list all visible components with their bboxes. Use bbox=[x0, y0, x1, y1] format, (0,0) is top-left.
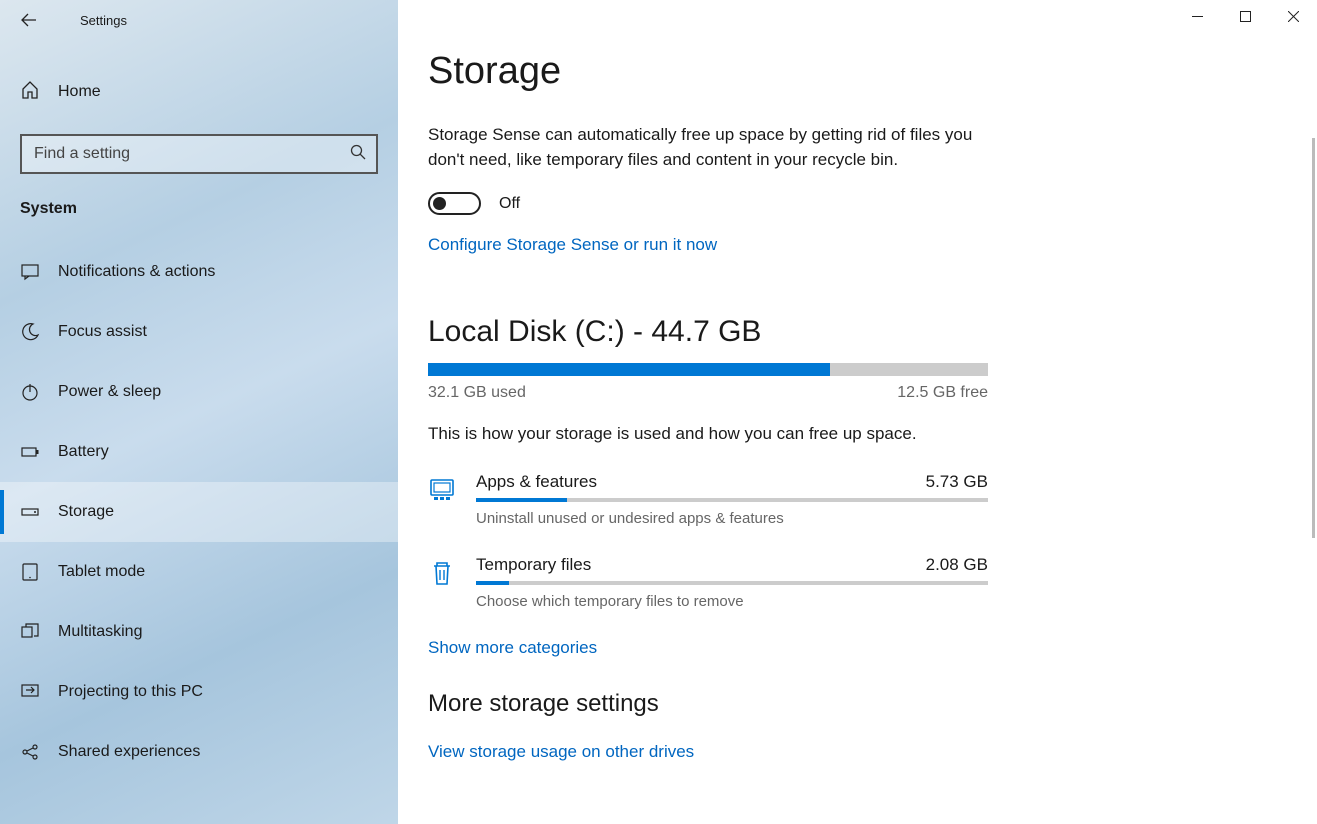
category-size: 5.73 GB bbox=[926, 472, 988, 492]
sidebar-item-projecting[interactable]: Projecting to this PC bbox=[0, 662, 398, 722]
configure-storage-sense-link[interactable]: Configure Storage Sense or run it now bbox=[428, 235, 717, 255]
storage-category-temp[interactable]: Temporary files 2.08 GB Choose which tem… bbox=[428, 555, 988, 610]
category-size: 2.08 GB bbox=[926, 555, 988, 575]
category-title: Temporary files bbox=[476, 555, 591, 575]
nav-label: Projecting to this PC bbox=[58, 683, 203, 701]
sidebar-home[interactable]: Home bbox=[0, 66, 398, 118]
disk-used-label: 32.1 GB used bbox=[428, 384, 526, 402]
toggle-knob bbox=[433, 197, 446, 210]
sidebar-item-tablet[interactable]: Tablet mode bbox=[0, 542, 398, 602]
apps-icon bbox=[428, 472, 476, 527]
sidebar-item-notifications[interactable]: Notifications & actions bbox=[0, 242, 398, 302]
view-other-drives-link[interactable]: View storage usage on other drives bbox=[428, 742, 694, 762]
page-title: Storage bbox=[428, 50, 1287, 93]
disk-usage-bar-fill bbox=[428, 363, 830, 376]
category-bar bbox=[476, 498, 988, 502]
message-icon bbox=[20, 262, 40, 282]
storage-sense-toggle-row: Off bbox=[428, 192, 1287, 215]
storage-sense-description: Storage Sense can automatically free up … bbox=[428, 123, 988, 172]
sidebar-item-multitasking[interactable]: Multitasking bbox=[0, 602, 398, 662]
drive-icon bbox=[20, 502, 40, 522]
maximize-icon bbox=[1240, 11, 1251, 22]
moon-icon bbox=[20, 322, 40, 342]
trash-icon bbox=[428, 555, 476, 610]
sidebar-item-storage[interactable]: Storage bbox=[0, 482, 398, 542]
nav-label: Notifications & actions bbox=[58, 263, 215, 281]
power-icon bbox=[20, 382, 40, 402]
disk-free-label: 12.5 GB free bbox=[897, 384, 988, 402]
close-icon bbox=[1288, 11, 1299, 22]
nav-label: Shared experiences bbox=[58, 743, 200, 761]
nav-label: Storage bbox=[58, 503, 114, 521]
category-bar bbox=[476, 581, 988, 585]
sidebar-item-shared[interactable]: Shared experiences bbox=[0, 722, 398, 782]
sidebar: Settings Home System Notifications & act… bbox=[0, 0, 398, 824]
category-hint: Choose which temporary files to remove bbox=[476, 593, 988, 610]
minimize-icon bbox=[1192, 11, 1203, 22]
project-icon bbox=[20, 682, 40, 702]
search-wrap bbox=[20, 134, 378, 174]
nav-label: Battery bbox=[58, 443, 109, 461]
sidebar-item-power[interactable]: Power & sleep bbox=[0, 362, 398, 422]
multitask-icon bbox=[20, 622, 40, 642]
toggle-state-label: Off bbox=[499, 195, 520, 213]
category-bar-fill bbox=[476, 498, 567, 502]
category-title: Apps & features bbox=[476, 472, 597, 492]
minimize-button[interactable] bbox=[1173, 0, 1221, 32]
sidebar-nav: Notifications & actions Focus assist Pow… bbox=[0, 242, 398, 782]
window-titlebar bbox=[0, 0, 1317, 40]
show-more-categories-link[interactable]: Show more categories bbox=[428, 638, 597, 658]
nav-label: Tablet mode bbox=[58, 563, 145, 581]
home-label: Home bbox=[58, 83, 101, 101]
storage-sense-toggle[interactable] bbox=[428, 192, 481, 215]
sidebar-item-focus[interactable]: Focus assist bbox=[0, 302, 398, 362]
usage-description: This is how your storage is used and how… bbox=[428, 424, 1287, 444]
maximize-button[interactable] bbox=[1221, 0, 1269, 32]
sidebar-category-label: System bbox=[20, 200, 378, 218]
more-storage-settings-title: More storage settings bbox=[428, 690, 1287, 718]
share-icon bbox=[20, 742, 40, 762]
home-icon bbox=[20, 80, 40, 104]
main-content: Storage Storage Sense can automatically … bbox=[398, 0, 1317, 824]
category-hint: Uninstall unused or undesired apps & fea… bbox=[476, 510, 988, 527]
disk-title: Local Disk (C:) - 44.7 GB bbox=[428, 315, 1287, 349]
sidebar-item-battery[interactable]: Battery bbox=[0, 422, 398, 482]
tablet-icon bbox=[20, 562, 40, 582]
search-input[interactable] bbox=[20, 134, 378, 174]
scrollbar[interactable] bbox=[1312, 138, 1315, 538]
disk-usage-bar bbox=[428, 363, 988, 376]
disk-stats: 32.1 GB used 12.5 GB free bbox=[428, 384, 988, 402]
nav-label: Focus assist bbox=[58, 323, 147, 341]
storage-category-apps[interactable]: Apps & features 5.73 GB Uninstall unused… bbox=[428, 472, 988, 527]
nav-label: Power & sleep bbox=[58, 383, 161, 401]
category-bar-fill bbox=[476, 581, 509, 585]
battery-icon bbox=[20, 442, 40, 462]
close-button[interactable] bbox=[1269, 0, 1317, 32]
nav-label: Multitasking bbox=[58, 623, 142, 641]
